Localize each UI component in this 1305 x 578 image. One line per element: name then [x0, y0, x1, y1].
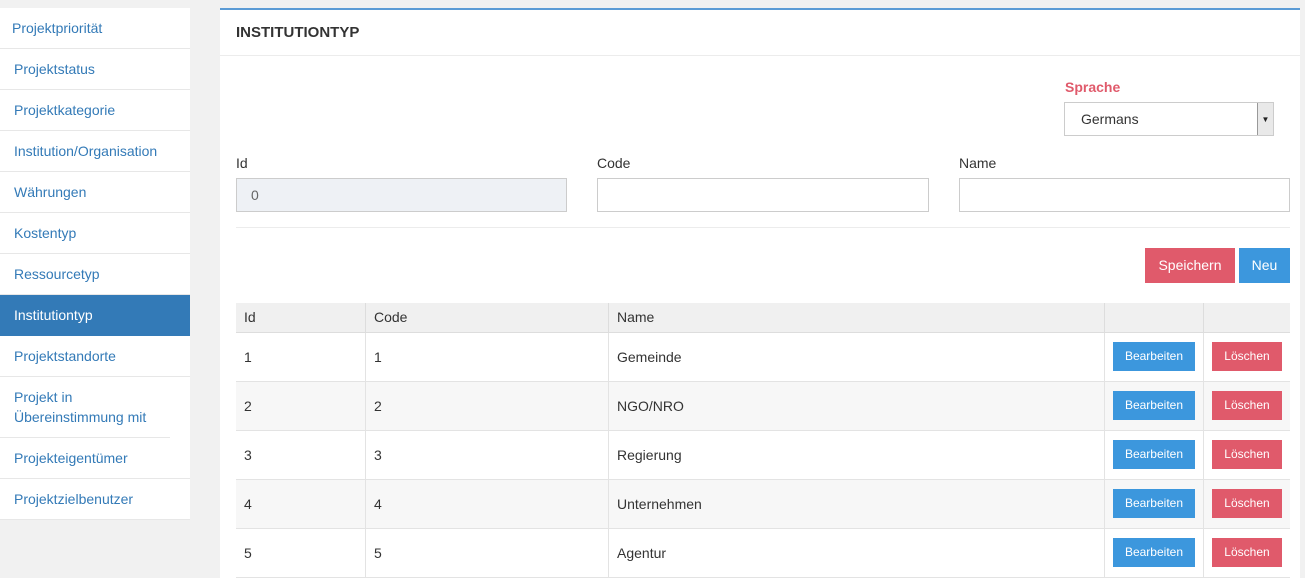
edit-button[interactable]: Bearbeiten [1112, 440, 1195, 469]
language-select[interactable]: Germans ▼ [1064, 102, 1274, 136]
cell-name: Gemeinde [608, 332, 1105, 382]
cell-id: 5 [236, 528, 366, 578]
cell-id: 2 [236, 381, 366, 431]
sidebar-item-projektkategorie[interactable]: Projektkategorie [0, 90, 190, 131]
cell-name: Unternehmen [608, 479, 1105, 529]
table-row: 2 2 NGO/NRO Bearbeiten Löschen [236, 381, 1290, 431]
main-panel: INSTITUTIONTYP Sprache Germans ▼ Id 0 Co… [220, 8, 1300, 578]
page-title: INSTITUTIONTYP [220, 10, 1300, 56]
divider [236, 227, 1290, 228]
table-header-row: Id Code Name [236, 303, 1290, 333]
column-header-edit [1104, 303, 1204, 333]
edit-button[interactable]: Bearbeiten [1112, 489, 1195, 518]
cell-code: 5 [365, 528, 610, 578]
table-row: 3 3 Regierung Bearbeiten Löschen [236, 430, 1290, 480]
column-header-id: Id [236, 303, 366, 333]
edit-button[interactable]: Bearbeiten [1112, 391, 1195, 420]
sidebar-item-projektstatus[interactable]: Projektstatus [0, 49, 190, 90]
code-label: Code [597, 155, 631, 171]
table-row: 4 4 Unternehmen Bearbeiten Löschen [236, 479, 1290, 529]
sidebar-item-ressourcetyp[interactable]: Ressourcetyp [0, 254, 190, 295]
edit-button[interactable]: Bearbeiten [1112, 538, 1195, 567]
column-header-name: Name [608, 303, 1105, 333]
delete-button[interactable]: Löschen [1211, 440, 1282, 469]
name-field[interactable] [959, 178, 1290, 212]
sidebar-item-projekt-uebereinstimmung[interactable]: Projekt in Übereinstimmung mit [0, 377, 170, 438]
cell-code: 1 [365, 332, 610, 382]
cell-name: Regierung [608, 430, 1105, 480]
institutiontyp-table: Id Code Name 1 1 Gemeinde Bearbeiten Lös… [236, 303, 1290, 578]
table-row: 5 5 Agentur Bearbeiten Löschen [236, 528, 1290, 578]
delete-button[interactable]: Löschen [1211, 342, 1282, 371]
sidebar-item-institutiontyp[interactable]: Institutiontyp [0, 295, 190, 336]
code-field[interactable] [597, 178, 929, 212]
sidebar-item-projekteigentuemer[interactable]: Projekteigentümer [0, 438, 190, 479]
edit-button[interactable]: Bearbeiten [1112, 342, 1195, 371]
name-label: Name [959, 155, 997, 171]
language-label: Sprache [1065, 79, 1121, 95]
cell-id: 4 [236, 479, 366, 529]
cell-name: NGO/NRO [608, 381, 1105, 431]
sidebar-item-institution-organisation[interactable]: Institution/Organisation [0, 131, 190, 172]
sidebar-item-waehrungen[interactable]: Währungen [0, 172, 190, 213]
new-button[interactable]: Neu [1239, 248, 1290, 283]
delete-button[interactable]: Löschen [1211, 489, 1282, 518]
sidebar-item-kostentyp[interactable]: Kostentyp [0, 213, 190, 254]
id-field: 0 [236, 178, 567, 212]
column-header-code: Code [365, 303, 610, 333]
language-select-value: Germans [1081, 111, 1139, 127]
delete-button[interactable]: Löschen [1211, 391, 1282, 420]
cell-code: 3 [365, 430, 610, 480]
sidebar-item-projektstandorte[interactable]: Projektstandorte [0, 336, 190, 377]
cell-name: Agentur [608, 528, 1105, 578]
table-row: 1 1 Gemeinde Bearbeiten Löschen [236, 332, 1290, 382]
save-button[interactable]: Speichern [1145, 248, 1235, 283]
cell-id: 3 [236, 430, 366, 480]
cell-code: 4 [365, 479, 610, 529]
sidebar: Projektpriorität Projektstatus Projektka… [0, 8, 190, 520]
chevron-down-icon[interactable]: ▼ [1257, 103, 1273, 135]
sidebar-item-projektprioritaet[interactable]: Projektpriorität [0, 8, 190, 49]
id-label: Id [236, 155, 248, 171]
cell-code: 2 [365, 381, 610, 431]
column-header-delete [1203, 303, 1290, 333]
delete-button[interactable]: Löschen [1211, 538, 1282, 567]
sidebar-item-projektzielbenutzer[interactable]: Projektzielbenutzer [0, 479, 190, 520]
cell-id: 1 [236, 332, 366, 382]
